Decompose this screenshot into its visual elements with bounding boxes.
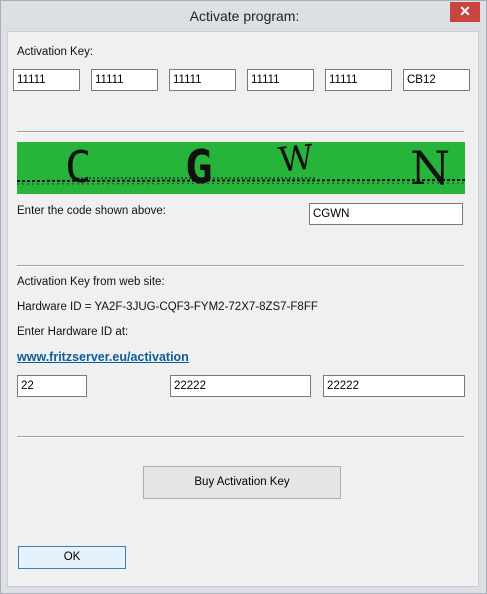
captcha-letter-2: G <box>185 142 213 194</box>
activation-key-field-3[interactable]: 11111 <box>169 69 236 91</box>
activation-key-field-2[interactable]: 11111 <box>91 69 158 91</box>
captcha-letter-1: C <box>65 142 92 193</box>
activation-key-field-1[interactable]: 11111 <box>13 69 80 91</box>
activation-key-field-4[interactable]: 11111 <box>247 69 314 91</box>
separator-3 <box>17 436 464 438</box>
web-key-field-3[interactable]: 22222 <box>323 375 465 397</box>
captcha-letter-4: N <box>410 142 450 194</box>
separator-2 <box>17 265 464 267</box>
buy-activation-key-button[interactable]: Buy Activation Key <box>143 466 341 499</box>
captcha-svg: C G W N <box>17 142 465 194</box>
ok-button[interactable]: OK <box>18 546 126 569</box>
window-title: Activate program: <box>189 8 300 24</box>
hardware-id-text: Hardware ID = YA2F-3JUG-CQF3-FYM2-72X7-8… <box>17 301 318 313</box>
close-button[interactable]: ✕ <box>450 2 480 22</box>
activation-key-field-6[interactable]: CB12 <box>403 69 470 91</box>
title-bar[interactable]: Activate program: ✕ <box>1 1 487 33</box>
web-key-field-1[interactable]: 22 <box>17 375 87 397</box>
captcha-image: C G W N <box>17 142 465 194</box>
captcha-prompt-label: Enter the code shown above: <box>17 205 166 217</box>
enter-hardware-id-label: Enter Hardware ID at: <box>17 326 129 338</box>
web-key-field-2[interactable]: 22222 <box>170 375 311 397</box>
captcha-input[interactable]: CGWN <box>309 203 463 225</box>
separator-1 <box>17 131 464 133</box>
activation-website-link[interactable]: www.fritzserver.eu/activation <box>17 350 189 364</box>
activation-key-field-5[interactable]: 11111 <box>325 69 392 91</box>
captcha-letter-3: W <box>277 142 316 181</box>
close-icon: ✕ <box>459 3 471 19</box>
activation-key-label: Activation Key: <box>17 46 94 58</box>
web-activation-label: Activation Key from web site: <box>17 276 165 288</box>
